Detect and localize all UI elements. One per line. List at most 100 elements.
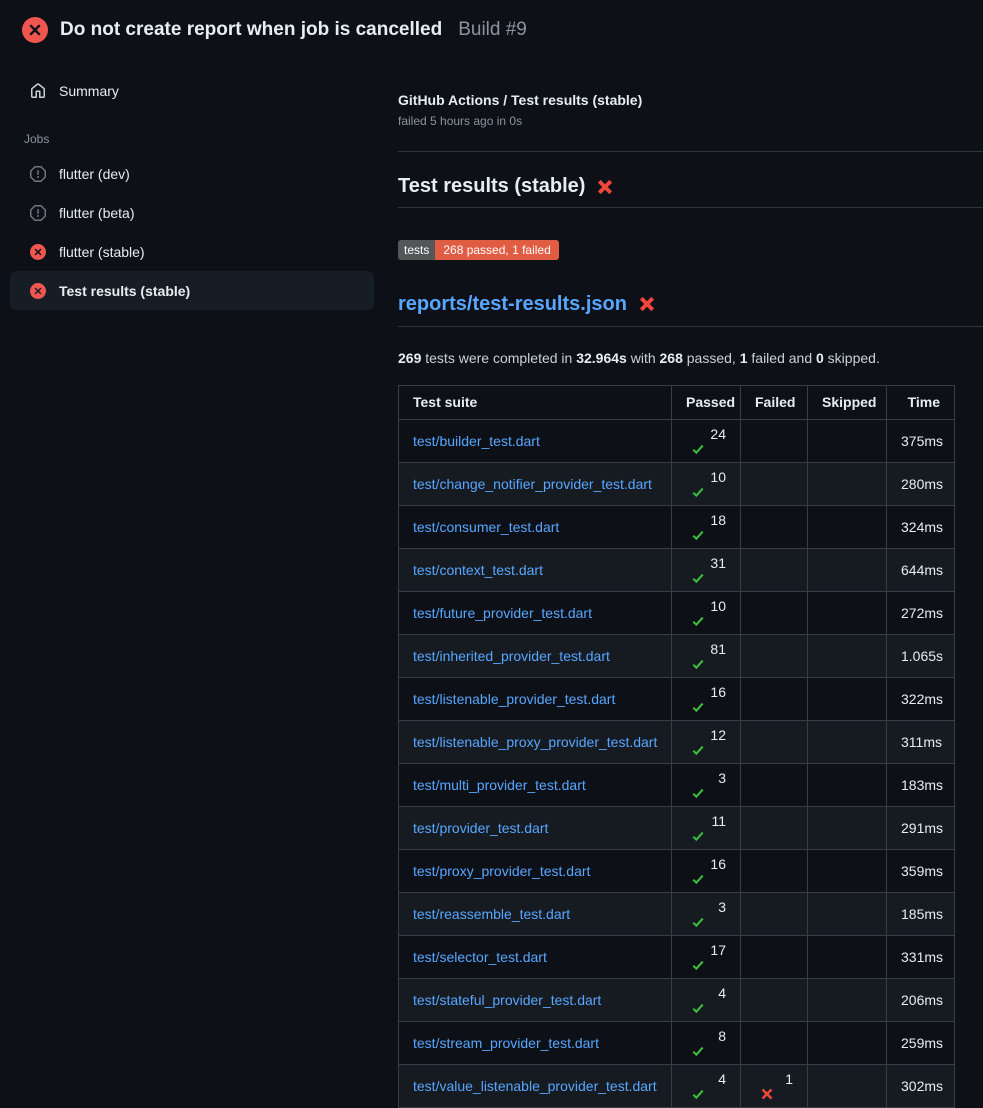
test-suite-link[interactable]: test/listenable_proxy_provider_test.dart [413, 734, 657, 750]
check-icon [691, 786, 705, 800]
count-value: 10 [710, 598, 726, 614]
test-suite-link[interactable]: test/proxy_provider_test.dart [413, 863, 590, 879]
time-cell: 311ms [887, 720, 955, 763]
passed-cell: 12 [672, 720, 741, 763]
check-icon [691, 571, 705, 585]
sidebar-item-flutter-stable[interactable]: flutter (stable) [10, 232, 374, 271]
passed-cell: 3 [672, 892, 741, 935]
table-row: test/listenable_provider_test.dart 16 322m… [399, 677, 955, 720]
badge-label: tests [398, 240, 435, 260]
skipped-cell [808, 1064, 887, 1107]
stop-icon [30, 205, 46, 221]
test-suite-link[interactable]: test/builder_test.dart [413, 433, 540, 449]
suite-cell: test/future_provider_test.dart [399, 591, 672, 634]
passed-cell: 18 [672, 505, 741, 548]
suite-cell: test/stateful_provider_test.dart [399, 978, 672, 1021]
run-title: Do not create report when job is cancell… [60, 19, 442, 41]
time-cell: 375ms [887, 419, 955, 462]
count-value: 10 [710, 469, 726, 485]
test-suite-link[interactable]: test/reassemble_test.dart [413, 906, 570, 922]
failed-cell [741, 763, 808, 806]
test-suite-link[interactable]: test/consumer_test.dart [413, 519, 559, 535]
passed-cell: 16 [672, 677, 741, 720]
failed-cell [741, 634, 808, 677]
sidebar-item-flutter-beta[interactable]: flutter (beta) [10, 193, 374, 232]
sidebar-item-flutter-dev[interactable]: flutter (dev) [10, 154, 374, 193]
table-row: test/provider_test.dart11291ms [399, 806, 955, 849]
time-cell: 280ms [887, 462, 955, 505]
suite-cell: test/listenable_proxy_provider_test.dart [399, 720, 672, 763]
count-value: 18 [710, 512, 726, 528]
table-row: test/builder_test.dart 24 375ms [399, 419, 955, 462]
time-cell: 322ms [887, 677, 955, 720]
table-body: test/builder_test.dart 24 375ms test/change… [399, 419, 955, 1107]
column-header-failed: Failed [741, 385, 808, 419]
job-label: Test results (stable) [59, 283, 190, 299]
table-row: test/future_provider_test.dart10272ms [399, 591, 955, 634]
test-suite-link[interactable]: test/context_test.dart [413, 562, 543, 578]
report-file-link[interactable]: reports/test-results.json [398, 293, 627, 316]
time-cell: 302ms [887, 1064, 955, 1107]
count-value: 4 [718, 985, 726, 1001]
failed-cell [741, 548, 808, 591]
passed-cell: 3 [672, 763, 741, 806]
count-value: 24 [710, 426, 726, 442]
suite-cell: test/context_test.dart [399, 548, 672, 591]
cross-mark-icon [638, 295, 656, 313]
sidebar-item-summary[interactable]: Summary [10, 74, 374, 108]
summary-line: 269 tests were completed in 32.964s with… [398, 350, 983, 366]
suite-cell: test/builder_test.dart [399, 419, 672, 462]
section-title-text: Test results (stable) [398, 175, 585, 198]
suite-cell: test/reassemble_test.dart [399, 892, 672, 935]
build-number: Build #9 [458, 19, 527, 41]
column-header-time: Time [887, 385, 955, 419]
summary-segment: with [627, 350, 660, 366]
sidebar-item-test-results-stable[interactable]: Test results (stable) [10, 271, 374, 310]
test-suite-link[interactable]: test/selector_test.dart [413, 949, 547, 965]
check-icon [691, 958, 705, 972]
check-icon [691, 442, 705, 456]
report-title: reports/test-results.json [398, 293, 983, 327]
test-results-table: Test suitePassedFailedSkippedTime test/b… [398, 385, 955, 1108]
table-row: test/context_test.dart31644ms [399, 548, 955, 591]
skipped-cell [808, 677, 887, 720]
table-row: test/stream_provider_test.dart8259ms [399, 1021, 955, 1064]
column-header-passed: Passed [672, 385, 741, 419]
count-value: 16 [710, 684, 726, 700]
summary-segment: 0 [816, 350, 824, 366]
test-suite-link[interactable]: test/provider_test.dart [413, 820, 548, 836]
summary-segment: failed and [748, 350, 817, 366]
test-suite-link[interactable]: test/change_notifier_provider_test.dart [413, 476, 652, 492]
count-value: 4 [718, 1071, 726, 1087]
failed-cell [741, 677, 808, 720]
passed-cell: 10 [672, 462, 741, 505]
test-suite-link[interactable]: test/future_provider_test.dart [413, 605, 592, 621]
suite-cell: test/change_notifier_provider_test.dart [399, 462, 672, 505]
skipped-cell [808, 849, 887, 892]
tests-badge: tests 268 passed, 1 failed [398, 240, 559, 260]
breadcrumb[interactable]: GitHub Actions / Test results (stable) [398, 92, 983, 108]
test-suite-link[interactable]: test/multi_provider_test.dart [413, 777, 586, 793]
table-header-row: Test suitePassedFailedSkippedTime [399, 385, 955, 419]
test-suite-link[interactable]: test/listenable_provider_test.dart [413, 691, 615, 707]
table-row: test/multi_provider_test.dart3183ms [399, 763, 955, 806]
test-suite-link[interactable]: test/inherited_provider_test.dart [413, 648, 610, 664]
skipped-cell [808, 505, 887, 548]
skipped-cell [808, 978, 887, 1021]
count-value: 12 [710, 727, 726, 743]
test-suite-link[interactable]: test/stateful_provider_test.dart [413, 992, 601, 1008]
table-row: test/consumer_test.dart18324ms [399, 505, 955, 548]
time-cell: 206ms [887, 978, 955, 1021]
run-header: Do not create report when job is cancell… [0, 0, 983, 56]
suite-cell: test/proxy_provider_test.dart [399, 849, 672, 892]
passed-cell: 10 [672, 591, 741, 634]
summary-segment: 268 [660, 350, 683, 366]
suite-cell: test/selector_test.dart [399, 935, 672, 978]
test-suite-link[interactable]: test/value_listenable_provider_test.dart [413, 1078, 657, 1094]
summary-segment: 269 [398, 350, 421, 366]
suite-cell: test/inherited_provider_test.dart [399, 634, 672, 677]
check-icon [691, 657, 705, 671]
check-icon [691, 485, 705, 499]
test-suite-link[interactable]: test/stream_provider_test.dart [413, 1035, 599, 1051]
home-icon [30, 83, 46, 99]
